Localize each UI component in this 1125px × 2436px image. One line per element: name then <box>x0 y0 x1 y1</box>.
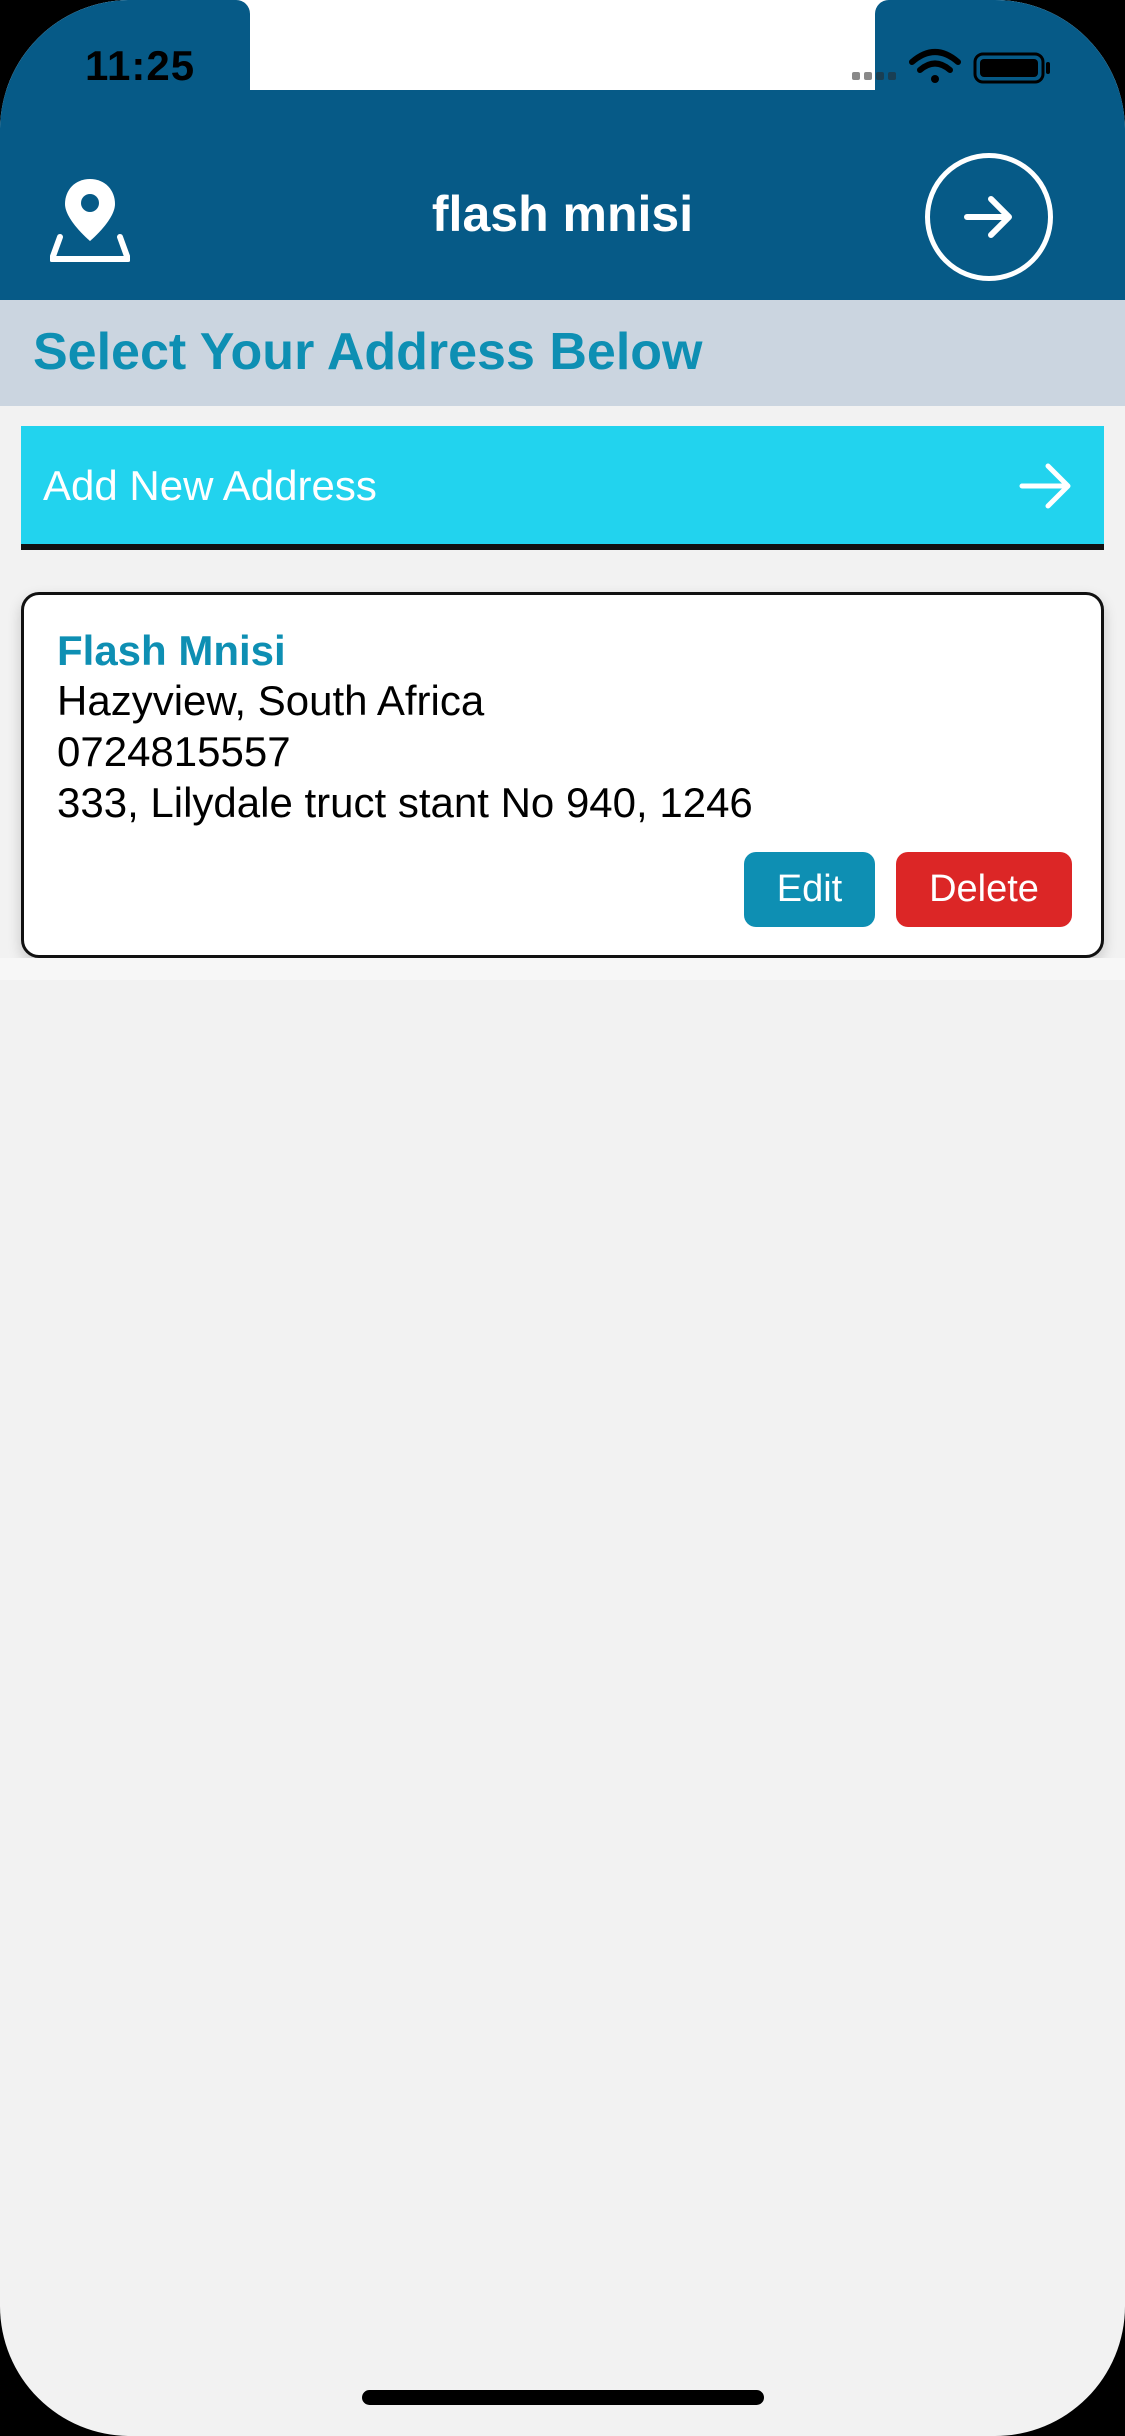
header-area: 11:25 flash mnisi <box>0 0 1125 300</box>
wifi-icon <box>909 49 961 83</box>
address-phone: 0724815557 <box>57 728 291 775</box>
add-new-address-button[interactable]: Add New Address <box>21 426 1104 550</box>
cellular-signal-icon <box>852 72 896 80</box>
device-notch <box>250 0 875 90</box>
delete-address-button[interactable]: Delete <box>896 852 1072 927</box>
address-city: Hazyview, South Africa <box>57 677 485 724</box>
section-title: Select Your Address Below <box>33 323 703 381</box>
navigation-bar: flash mnisi <box>0 90 1125 300</box>
section-header: Select Your Address Below <box>0 300 1125 406</box>
address-name: Flash Mnisi <box>57 627 286 674</box>
home-indicator[interactable] <box>362 2390 764 2405</box>
status-icons-svg <box>852 49 1050 84</box>
status-time: 11:25 <box>85 42 196 89</box>
add-new-address-label: Add New Address <box>43 462 377 509</box>
address-card[interactable]: Flash Mnisi Hazyview, South Africa 07248… <box>21 592 1104 958</box>
edit-address-button[interactable]: Edit <box>744 852 875 927</box>
list-bottom-band <box>0 958 1125 980</box>
arrow-right-circle-icon <box>964 196 1012 238</box>
continue-button[interactable] <box>925 153 1053 281</box>
arrow-right-icon <box>1019 463 1071 509</box>
status-icons <box>850 48 1070 88</box>
address-street: 333, Lilydale truct stant No 940, 1246 <box>57 779 753 826</box>
app-screen: 11:25 flash mnisi Select Your Address Be… <box>0 0 1125 2436</box>
battery-icon <box>973 52 1050 84</box>
status-bar: 11:25 <box>0 0 1125 90</box>
